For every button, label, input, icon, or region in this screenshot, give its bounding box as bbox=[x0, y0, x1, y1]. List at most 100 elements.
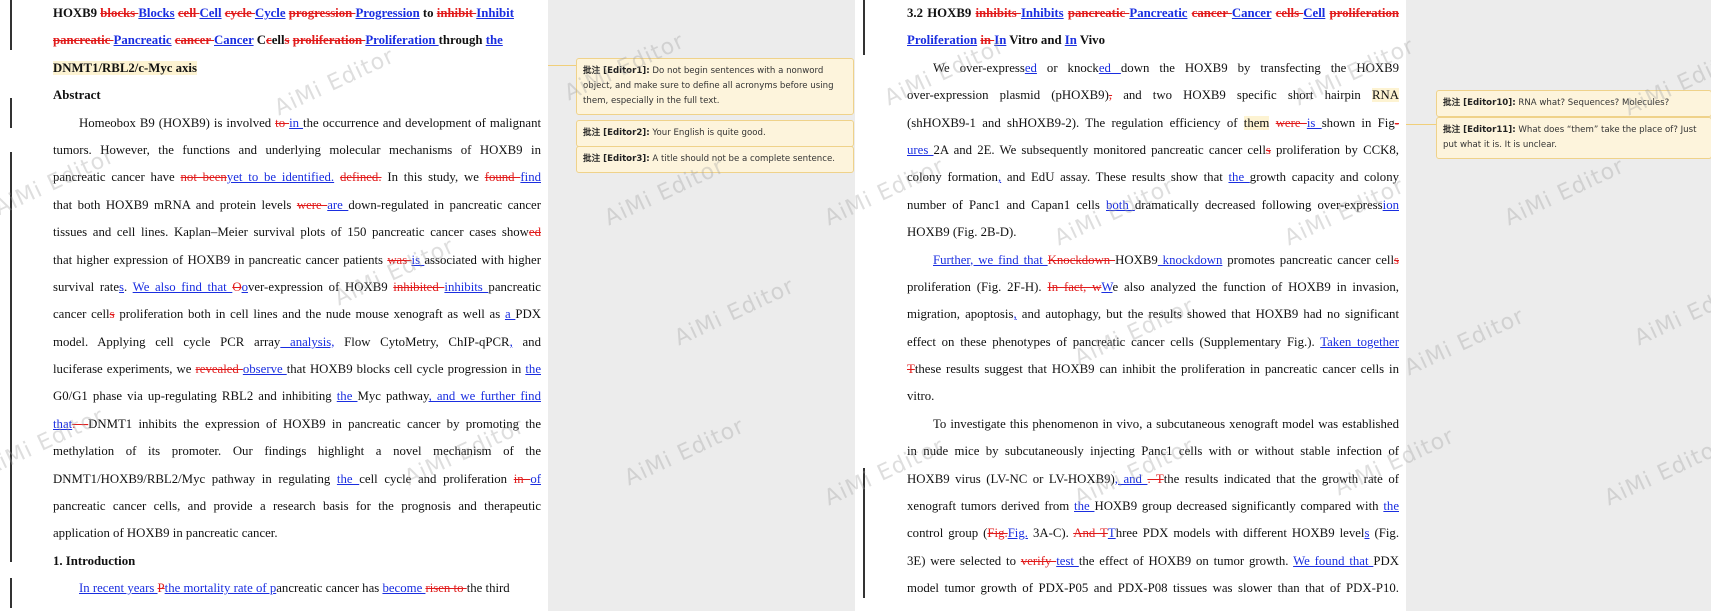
inserted-text: , and we further find bbox=[428, 389, 541, 404]
comment-editor11[interactable]: 批注 [Editor11]: What does “them” take the… bbox=[1436, 117, 1711, 160]
deleted-text: . bbox=[72, 416, 82, 431]
text-run: down the HOXB9 by transfecting the HOXB9 bbox=[1120, 60, 1399, 75]
deleted-text: in bbox=[980, 33, 995, 48]
comment-author: 批注 [Editor1]: bbox=[583, 66, 650, 76]
text-run: them bbox=[1243, 115, 1270, 130]
inserted-text: In recent years bbox=[79, 581, 158, 596]
deleted-text: T bbox=[907, 362, 915, 377]
text-run: control group ( bbox=[907, 526, 988, 541]
change-bar bbox=[863, 0, 865, 55]
text-run: PDX bbox=[1373, 553, 1399, 568]
text-run: . bbox=[124, 279, 133, 294]
text-run: DNMT1/HOXB9/RBL2/Myc pathway in regulati… bbox=[53, 471, 337, 486]
inserted-text: Cycle bbox=[254, 6, 286, 20]
inserted-text: the bbox=[336, 471, 360, 486]
deleted-text: defined. bbox=[339, 170, 382, 185]
text-run: e also analyzed the function of HOXB9 in… bbox=[1112, 279, 1399, 294]
text-run: RNA bbox=[1371, 88, 1399, 103]
text-run: through bbox=[438, 33, 486, 48]
inserted-text: Cancer bbox=[214, 33, 254, 48]
inserted-text: , and bbox=[1114, 471, 1148, 486]
change-bar bbox=[10, 0, 12, 50]
text-run: Vitro and bbox=[1006, 33, 1065, 48]
inserted-text: yet to be identified. bbox=[226, 170, 335, 185]
text-run: survival rate bbox=[53, 279, 120, 294]
text-line: Abstract bbox=[53, 82, 541, 109]
text-line: Tthese results suggest that HOXB9 can in… bbox=[907, 356, 1399, 383]
text-run: 2A and 2E. We subsequently monitored pan… bbox=[933, 142, 1266, 157]
deleted-text: verify bbox=[1020, 553, 1057, 568]
text-run: dramatically decreased following over-ex… bbox=[1134, 197, 1383, 212]
right-text-body[interactable]: 3.2 HOXB9 inhibits Inhibits pancreatic P… bbox=[907, 0, 1399, 603]
text-run: methylation of its promoter. Our finding… bbox=[53, 444, 541, 459]
text-line: ures 2A and 2E. We subsequently monitore… bbox=[907, 137, 1399, 164]
text-run: Flow CytoMetry, ChIP-qPCR bbox=[334, 334, 510, 349]
inserted-text: Progression bbox=[355, 6, 420, 20]
text-run: effect on these phenotypes of pancreatic… bbox=[907, 334, 1321, 349]
text-run: promotes pancreatic cancer cell bbox=[1222, 252, 1395, 267]
inserted-text: Fig. bbox=[1007, 526, 1028, 541]
text-line: in nude mice by subcutaneously injecting… bbox=[907, 438, 1399, 465]
text-line: proliferation (Fig. 2F-H). In fact, wWe … bbox=[907, 274, 1399, 301]
comment-connector bbox=[548, 65, 576, 66]
text-line: over-expression plasmid (pHOXB9), and tw… bbox=[907, 82, 1399, 109]
text-run: tumors. However, the functions and under… bbox=[53, 142, 541, 157]
text-run: In this study, we bbox=[381, 170, 485, 185]
inserted-text: inhibits bbox=[444, 279, 489, 294]
text-run: the occurrence and development of malign… bbox=[303, 115, 541, 130]
inserted-text: the bbox=[1383, 499, 1399, 514]
text-line: Further, we find that Knockdown HOXB9 kn… bbox=[907, 247, 1399, 274]
text-run: that HOXB9 blocks cell cycle progression… bbox=[286, 362, 526, 377]
inserted-text: In bbox=[994, 33, 1007, 48]
text-run: cancer cell bbox=[53, 307, 110, 322]
comment-editor1[interactable]: 批注 [Editor1]: Do not begin sentences wit… bbox=[576, 58, 854, 116]
text-run: pancreatic cancer cells, and provide a r… bbox=[53, 499, 541, 514]
comment-pane-right: 批注 [Editor10]: RNA what? Sequences? Mole… bbox=[1406, 0, 1711, 611]
text-line: Homeobox B9 (HOXB9) is involved to in th… bbox=[53, 110, 541, 137]
text-run: ver-expression of HOXB9 bbox=[247, 279, 394, 294]
inserted-text: Inhibits bbox=[1020, 6, 1064, 20]
deleted-text: blocks bbox=[100, 6, 139, 20]
comment-editor2[interactable]: 批注 [Editor2]: Your English is quite good… bbox=[576, 120, 854, 148]
text-run: 1. Introduction bbox=[53, 553, 136, 568]
comment-editor3[interactable]: 批注 [Editor3]: A title should not be a co… bbox=[576, 146, 854, 174]
text-run: proliferation both in cell lines and the… bbox=[114, 307, 505, 322]
deleted-text: pancreatic bbox=[53, 33, 114, 48]
comment-editor10[interactable]: 批注 [Editor10]: RNA what? Sequences? Mole… bbox=[1436, 90, 1711, 118]
text-run: 3E) were selected to bbox=[907, 553, 1021, 568]
change-bar bbox=[10, 578, 12, 608]
inserted-text: Cell bbox=[1303, 6, 1326, 20]
inserted-text: of bbox=[530, 471, 541, 486]
text-line: HOXB9 (Fig. 2B-D). bbox=[907, 219, 1399, 246]
left-text-body[interactable]: HOXB9 blocks Blocks cell Cell cycle Cycl… bbox=[53, 0, 541, 603]
text-run: luciferase experiments, we bbox=[53, 362, 196, 377]
inserted-text: become bbox=[382, 581, 426, 596]
text-run: over-expression plasmid (pHOXB9) bbox=[907, 88, 1109, 103]
text-line: Proliferation in In Vitro and In Vivo bbox=[907, 27, 1399, 54]
text-line: migration, apoptosis, and autophagy, but… bbox=[907, 301, 1399, 328]
comment-pane-left: 批注 [Editor1]: Do not begin sentences wit… bbox=[548, 0, 855, 611]
inserted-text: that bbox=[53, 416, 73, 431]
text-run: hree PDX models with different HOXB9 lev… bbox=[1115, 526, 1365, 541]
deleted-text: to bbox=[275, 115, 290, 130]
text-run: 3A-C). bbox=[1027, 526, 1074, 541]
text-run: Vivo bbox=[1076, 33, 1105, 48]
comment-author: 批注 [Editor3]: bbox=[583, 154, 650, 164]
text-run: migration, apoptosis bbox=[907, 307, 1014, 322]
text-line: number of Panc1 and Capan1 cells both dr… bbox=[907, 192, 1399, 219]
inserted-text: Cancer bbox=[1231, 6, 1272, 20]
inserted-text: Inhibit bbox=[476, 6, 514, 20]
comment-text: A title should not be a complete sentenc… bbox=[652, 154, 835, 164]
text-run: ell bbox=[271, 33, 285, 48]
text-line: DNMT1/HOXB9/RBL2/Myc pathway in regulati… bbox=[53, 466, 541, 493]
text-line: pancreatic cancer cells, and provide a r… bbox=[53, 493, 541, 520]
text-run: Myc pathway bbox=[357, 389, 429, 404]
inserted-text: the bbox=[525, 362, 541, 377]
text-line: 3E) were selected to verify test the eff… bbox=[907, 548, 1399, 575]
inserted-text: analysis, bbox=[280, 334, 335, 349]
inserted-text: are bbox=[327, 197, 349, 212]
text-run: We over-express bbox=[933, 60, 1025, 75]
text-run: tissues and cell lines. Kaplan–Meier sur… bbox=[53, 225, 529, 240]
text-line: survival rates. We also find that Oover-… bbox=[53, 274, 541, 301]
text-line: tumors. However, the functions and under… bbox=[53, 137, 541, 164]
